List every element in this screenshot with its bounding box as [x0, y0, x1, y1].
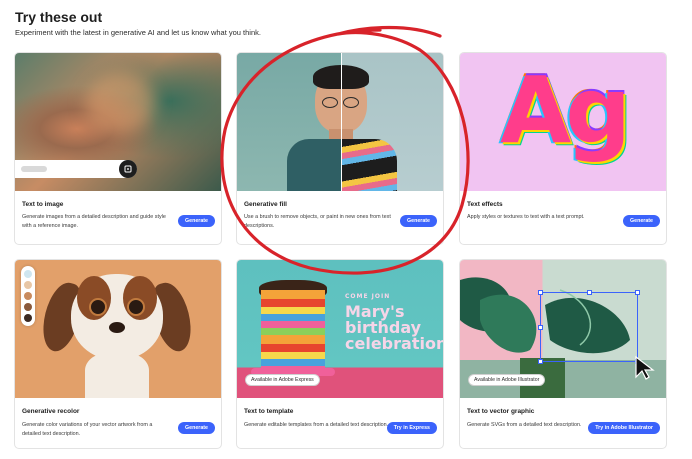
template-kicker: COME JOIN	[345, 293, 391, 300]
card-text-effects[interactable]: Ag Text effects Apply styles or textures…	[459, 52, 667, 245]
page-title: Try these out	[15, 9, 103, 25]
card-title: Text to vector graphic	[467, 408, 535, 415]
card-description: Apply styles or textures to text with a …	[467, 214, 585, 220]
card-text-to-vector[interactable]: Available in Adobe Illustrator Text to v…	[459, 259, 667, 449]
selection-box[interactable]	[538, 290, 640, 364]
swatch[interactable]	[24, 303, 32, 311]
card-title: Text to image	[22, 201, 64, 208]
generative-recolor-preview	[15, 260, 221, 398]
generative-fill-preview	[237, 53, 443, 191]
generate-button[interactable]: Generate	[178, 422, 215, 434]
swatch[interactable]	[24, 270, 32, 278]
swatch[interactable]	[24, 292, 32, 300]
generate-button[interactable]: Generate	[178, 215, 215, 227]
card-title: Text to template	[244, 408, 294, 415]
text-to-vector-preview: Available in Adobe Illustrator	[460, 260, 666, 398]
card-text-to-image[interactable]: Text to image Generate images from a det…	[14, 52, 222, 245]
swatch[interactable]	[24, 314, 32, 322]
card-text-to-template[interactable]: COME JOIN Mary's birthday celebration Av…	[236, 259, 444, 449]
card-description: Generate color variations of your vector…	[22, 422, 153, 437]
try-in-express-button[interactable]: Try in Express	[386, 422, 437, 434]
card-description: Use a brush to remove objects, or paint …	[244, 214, 391, 229]
card-title: Generative fill	[244, 201, 287, 208]
card-generative-recolor[interactable]: Generative recolor Generate color variat…	[14, 259, 222, 449]
card-generative-fill[interactable]: Generative fill Use a brush to remove ob…	[236, 52, 444, 245]
card-description: Generate editable templates from a detai…	[244, 422, 389, 428]
template-line: celebration	[345, 334, 443, 353]
page-subtitle: Experiment with the latest in generative…	[15, 28, 261, 37]
card-title: Text effects	[467, 201, 503, 208]
swatch[interactable]	[24, 281, 32, 289]
generate-button[interactable]: Generate	[400, 215, 437, 227]
generate-button[interactable]: Generate	[623, 215, 660, 227]
card-description: Generate images from a detailed descript…	[22, 214, 166, 229]
try-in-illustrator-button[interactable]: Try in Adobe Illustrator	[588, 422, 660, 434]
text-effects-preview: Ag	[460, 53, 666, 191]
generate-icon[interactable]	[119, 160, 137, 178]
text-to-image-preview	[15, 53, 221, 191]
availability-badge: Available in Adobe Illustrator	[468, 374, 546, 386]
text-to-template-preview: COME JOIN Mary's birthday celebration Av…	[237, 260, 443, 398]
color-swatch-panel[interactable]	[21, 266, 35, 326]
text-effects-sample: Ag	[500, 57, 631, 164]
arrow-cursor-icon	[635, 355, 655, 380]
card-title: Generative recolor	[22, 408, 80, 415]
availability-badge: Available in Adobe Express	[245, 374, 320, 386]
